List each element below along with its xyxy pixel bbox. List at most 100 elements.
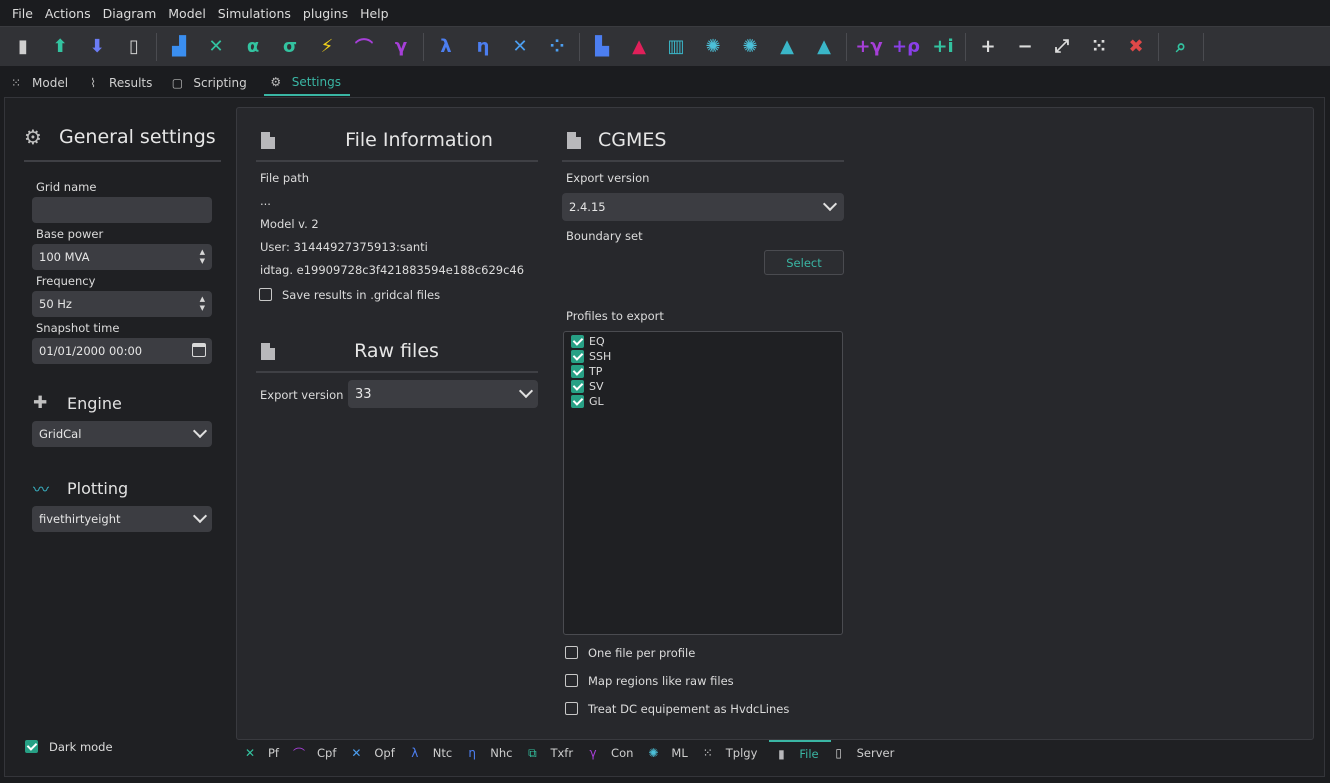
profile-checkbox[interactable] <box>571 335 584 348</box>
bottom-tab-server[interactable]: ▯ Server <box>831 740 907 766</box>
profile-checkbox[interactable] <box>571 350 584 363</box>
cluster-icon[interactable]: ⁘ <box>542 32 572 62</box>
base-power-spinbox[interactable]: 100 MVA ▲ ▼ <box>32 244 212 270</box>
eta-icon[interactable]: η <box>468 32 498 62</box>
frequency-value: 50 Hz <box>39 297 72 311</box>
bottom-tab-pf[interactable]: ✕ Pf <box>242 740 291 766</box>
profile-checkbox[interactable] <box>571 365 584 378</box>
network-icon[interactable]: ✕ <box>505 32 535 62</box>
snapshot-time-input[interactable]: 01/01/2000 00:00 <box>32 338 212 364</box>
profile-label: SSH <box>589 350 612 363</box>
spin-arrows-icon[interactable]: ▲ ▼ <box>200 295 205 313</box>
menu-item-file[interactable]: File <box>6 6 39 21</box>
area-chart-icon[interactable]: ▲ <box>772 32 802 62</box>
plotting-select[interactable]: fivethirtyeight <box>32 506 212 532</box>
tab-settings[interactable]: ⚙ Settings <box>263 70 350 96</box>
cgmes-option-checkbox[interactable] <box>565 646 578 659</box>
bottom-tab-ml[interactable]: ✺ ML <box>645 740 699 766</box>
toolbar-separator <box>965 32 966 61</box>
spin-arrows-icon[interactable]: ▲ ▼ <box>200 248 205 266</box>
lambda-icon[interactable]: λ <box>431 32 461 62</box>
bar-chart-icon[interactable]: ▟ <box>164 32 194 62</box>
zoom-in-icon[interactable]: + <box>973 32 1003 62</box>
bottom-tab-file[interactable]: ▮ File <box>769 740 831 766</box>
menu-item-plugins[interactable]: plugins <box>297 6 354 21</box>
delete-dots-icon[interactable]: ✖ <box>1121 32 1151 62</box>
grid-name-input[interactable] <box>32 197 212 223</box>
raw-files-title: Raw files <box>354 340 439 362</box>
tab-scripting[interactable]: ▢ Scripting <box>169 70 255 96</box>
sigma-icon[interactable]: σ <box>275 32 305 62</box>
bottom-tab-cpf[interactable]: ⌒ Cpf <box>291 740 348 766</box>
divider <box>256 371 538 373</box>
area-chart-alt-icon[interactable]: ▲ <box>809 32 839 62</box>
bottom-tab-txfr[interactable]: ⧉ Txfr <box>524 740 585 766</box>
add-i-icon[interactable]: +i <box>928 32 958 62</box>
frequency-label: Frequency <box>36 274 96 288</box>
virus-alt-icon[interactable]: ✺ <box>735 32 765 62</box>
raw-export-version-select[interactable]: 33 <box>348 380 538 408</box>
menu-item-actions[interactable]: Actions <box>39 6 97 21</box>
engine-select[interactable]: GridCal <box>32 421 212 447</box>
bottom-tab-nhc[interactable]: η Nhc <box>464 740 524 766</box>
toolbar-separator <box>156 32 157 61</box>
inspect-icon[interactable]: ⌕ <box>1166 32 1196 62</box>
virus-icon[interactable]: ✺ <box>698 32 728 62</box>
bottom-tab-con[interactable]: γ Con <box>585 740 645 766</box>
bottom-tab-ntc[interactable]: λ Ntc <box>407 740 464 766</box>
frequency-spinbox[interactable]: 50 Hz ▲ ▼ <box>32 291 212 317</box>
add-gamma-icon[interactable]: +γ <box>854 32 884 62</box>
menu-item-model[interactable]: Model <box>162 6 212 21</box>
peak-icon[interactable]: ▲ <box>624 32 654 62</box>
tab-results[interactable]: ⌇ Results <box>85 70 161 96</box>
top-tabs: ⁙ Model ⌇ Results ▢ Scripting ⚙ Settings <box>0 70 358 96</box>
columns-icon[interactable]: ▥ <box>661 32 691 62</box>
save-results-label: Save results in .gridcal files <box>282 288 441 302</box>
new-file-icon[interactable]: ▮ <box>8 32 38 62</box>
tab-model[interactable]: ⁙ Model <box>8 70 77 96</box>
save-results-checkbox[interactable] <box>259 288 272 301</box>
menu-item-diagram[interactable]: Diagram <box>97 6 163 21</box>
dots-tool-icon[interactable]: ⁙ <box>1084 32 1114 62</box>
document-icon <box>261 132 275 149</box>
engine-value: GridCal <box>39 427 82 441</box>
bottom-tab-tplgy[interactable]: ⁙ Tplgy <box>700 740 770 766</box>
nhc-icon: η <box>468 746 477 760</box>
menu-item-help[interactable]: Help <box>354 6 395 21</box>
upload-icon[interactable]: ⬆ <box>45 32 75 62</box>
bottom-tab-opf[interactable]: ✕ Opf <box>348 740 406 766</box>
chevron-down-icon <box>822 196 838 212</box>
calendar-icon[interactable] <box>192 343 206 357</box>
cgmes-export-version-select[interactable]: 2.4.15 <box>562 193 844 221</box>
cgmes-option-label: Map regions like raw files <box>588 674 734 688</box>
profile-checkbox[interactable] <box>571 395 584 408</box>
add-rho-icon[interactable]: +ρ <box>891 32 921 62</box>
select-boundary-button[interactable]: Select <box>764 250 844 275</box>
gamma-icon[interactable]: γ <box>386 32 416 62</box>
profile-label: GL <box>589 395 604 408</box>
dark-mode-checkbox[interactable] <box>25 740 38 753</box>
cgmes-option-checkbox[interactable] <box>565 702 578 715</box>
cgmes-export-version-value: 2.4.15 <box>569 200 606 214</box>
raw-export-version-label: Export version <box>260 388 344 402</box>
idtag-info: idtag. e19909728c3f421883594e188c629c46 <box>260 263 525 277</box>
histogram-icon[interactable]: ▙ <box>587 32 617 62</box>
puzzle-icon: ✚ <box>33 393 48 413</box>
download-icon[interactable]: ⬇ <box>82 32 112 62</box>
results-icon: ⌇ <box>90 76 96 90</box>
device-icon[interactable]: ▯ <box>119 32 149 62</box>
alpha-icon[interactable]: α <box>238 32 268 62</box>
menu-item-simulations[interactable]: Simulations <box>212 6 297 21</box>
line-tool-icon[interactable]: ⤢ <box>1047 32 1077 62</box>
model-icon: ⁙ <box>10 76 22 90</box>
lightning-icon[interactable]: ⚡ <box>312 32 342 62</box>
bottom-tab-label: Nhc <box>490 746 513 760</box>
zoom-out-icon[interactable]: − <box>1010 32 1040 62</box>
curve-icon[interactable]: ⌒ <box>349 32 379 62</box>
cgmes-option-checkbox[interactable] <box>565 674 578 687</box>
power-flow-icon[interactable]: ✕ <box>201 32 231 62</box>
document-icon <box>567 132 581 149</box>
chevron-down-icon <box>518 383 534 399</box>
profile-checkbox[interactable] <box>571 380 584 393</box>
tab-label: Scripting <box>193 76 247 90</box>
